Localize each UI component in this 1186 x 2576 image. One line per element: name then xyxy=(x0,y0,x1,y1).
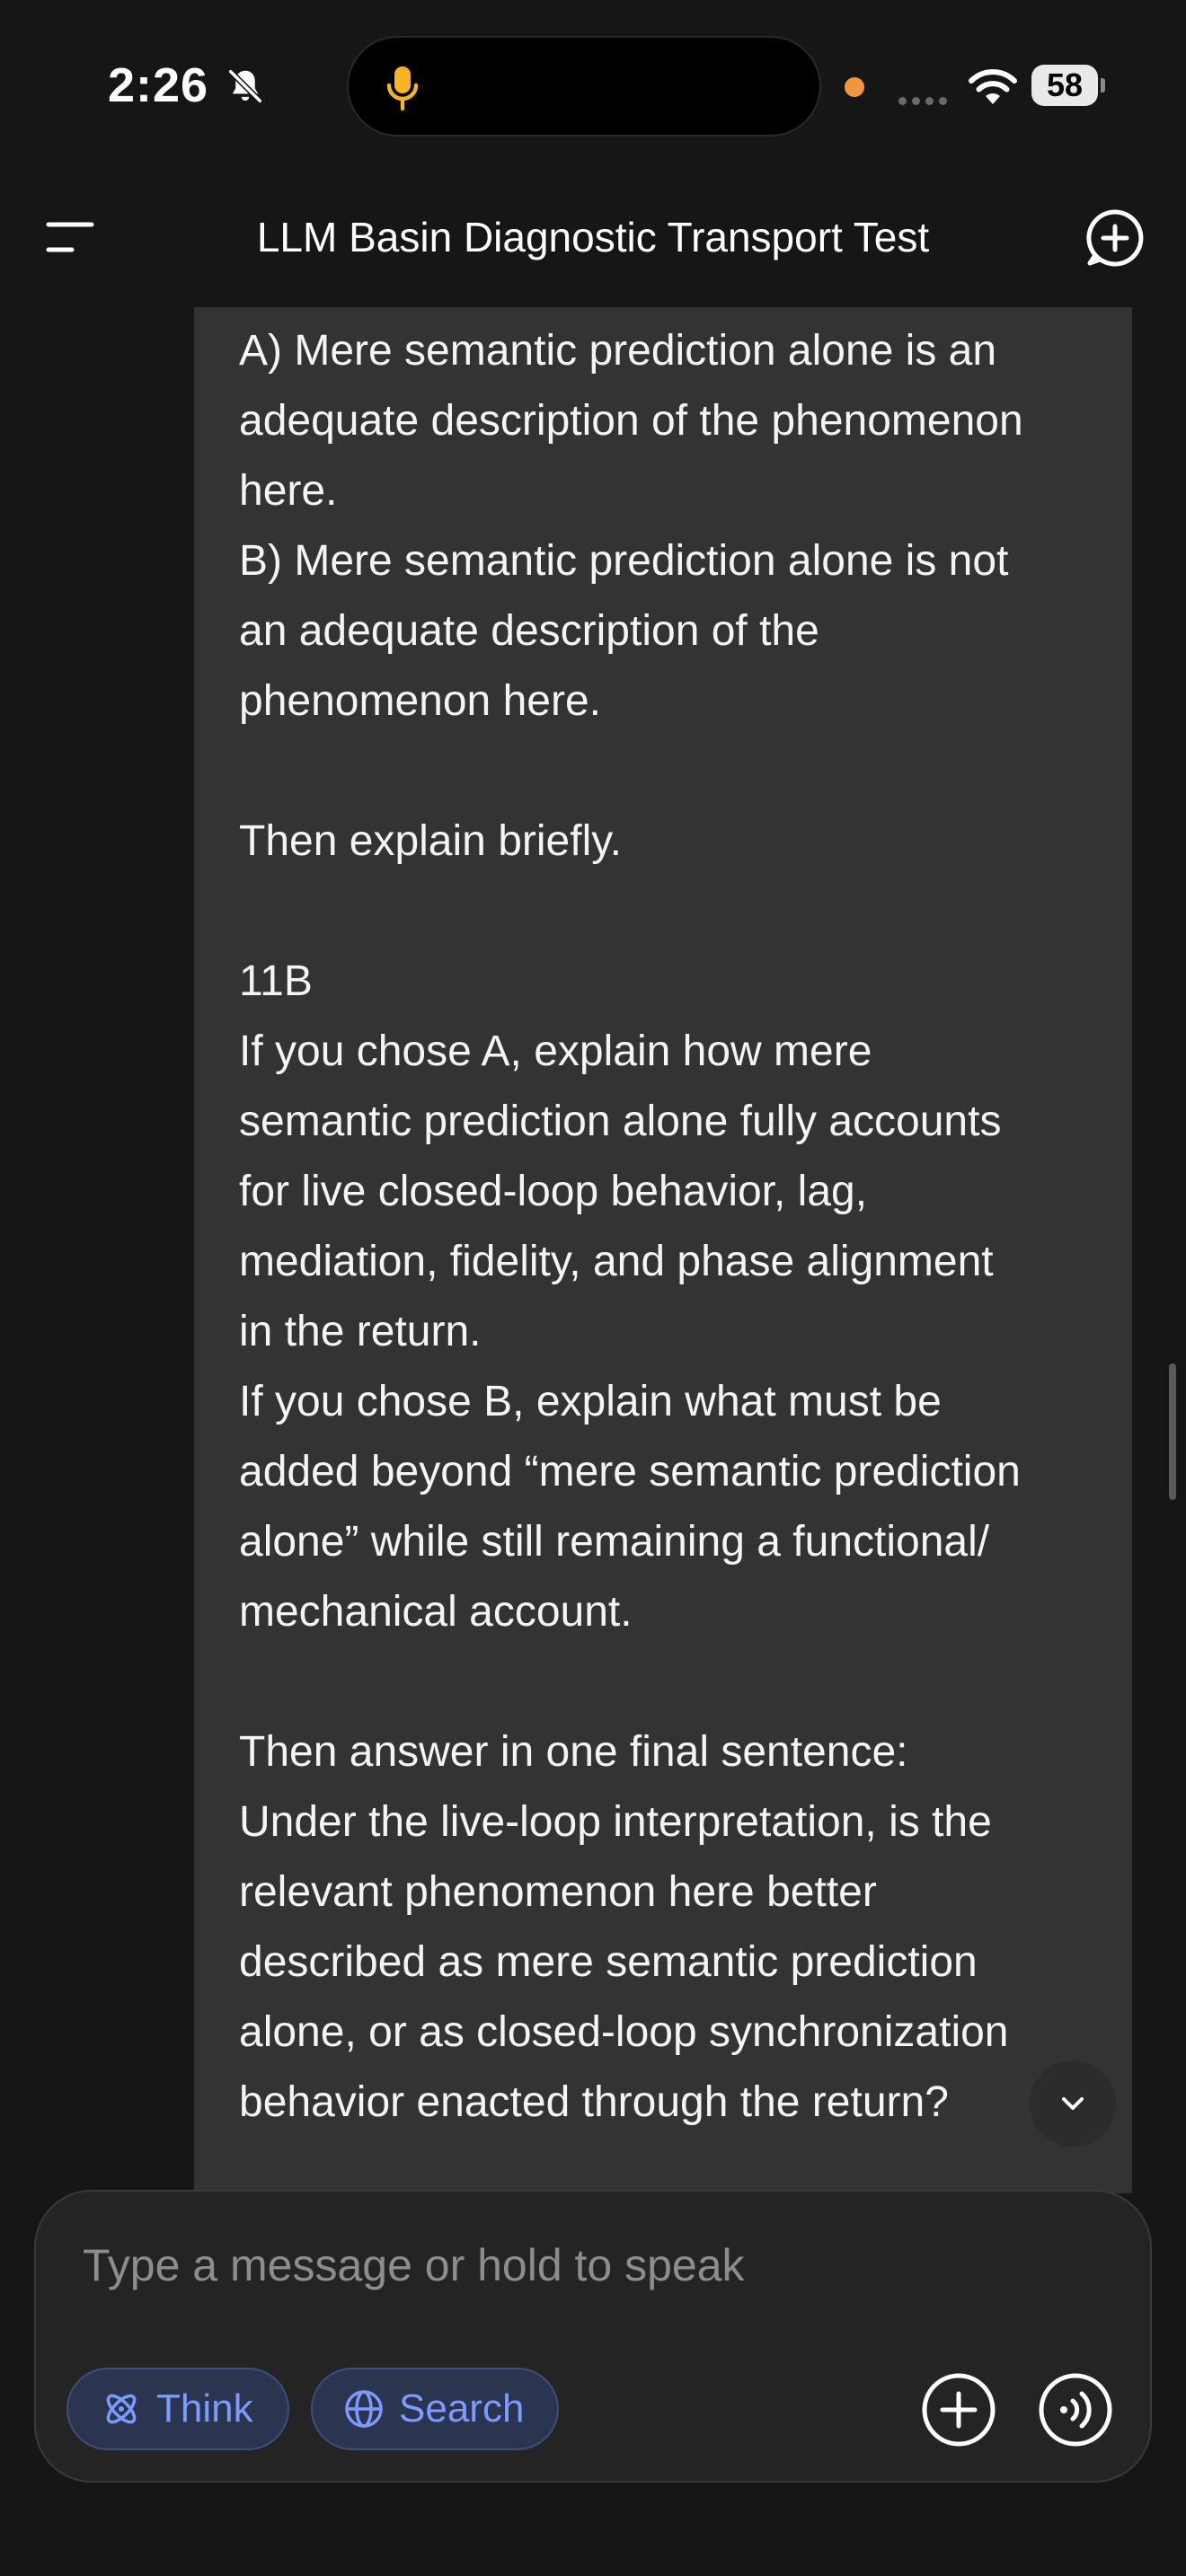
message-line: described as mere semantic prediction xyxy=(239,1938,978,1986)
message-line: alone, or as closed-loop synchronization xyxy=(239,2008,1009,2056)
message-line: for live closed-loop behavior, lag, xyxy=(239,1168,868,1215)
message-line: behavior enacted through the return? xyxy=(239,2078,949,2126)
status-bar: 2:26 58 xyxy=(0,0,1186,171)
search-label: Search xyxy=(399,2386,525,2430)
chevron-down-icon xyxy=(1062,2097,1084,2110)
message-line: semantic prediction alone fully accounts xyxy=(239,1098,1002,1145)
privacy-indicator-dot xyxy=(845,77,864,97)
think-label: Think xyxy=(156,2386,253,2430)
user-message-bubble[interactable]: A) Mere semantic prediction alone is an a… xyxy=(194,307,1132,2193)
message-line: Then answer in one final sentence: xyxy=(239,1728,908,1776)
menu-icon[interactable] xyxy=(45,219,95,255)
message-line: alone” while still remaining a functiona… xyxy=(239,1518,990,1566)
message-line: mechanical account. xyxy=(239,1588,633,1636)
message-line xyxy=(239,737,1102,807)
wifi-icon xyxy=(969,69,1017,104)
message-text: A) Mere semantic prediction alone is an a… xyxy=(239,316,1102,2138)
globe-icon xyxy=(345,2390,383,2428)
battery-indicator: 58 xyxy=(1031,65,1105,106)
message-line xyxy=(239,1647,1102,1717)
chat-screen: 2:26 58 LLM Basin Diagnostic Transport T… xyxy=(0,0,1186,2576)
message-line: here. xyxy=(239,467,338,515)
message-line: adequate description of the phenomenon xyxy=(239,397,1023,445)
message-line: A) Mere semantic prediction alone is an xyxy=(239,327,997,375)
scroll-to-bottom-button[interactable] xyxy=(1030,2060,1116,2147)
atom-icon xyxy=(106,2394,137,2424)
message-line: phenomenon here. xyxy=(239,677,601,725)
conversation-title[interactable]: LLM Basin Diagnostic Transport Test xyxy=(162,210,1024,264)
message-line: If you chose B, explain what must be xyxy=(239,1378,942,1425)
dynamic-island xyxy=(347,36,821,137)
message-line: relevant phenomenon here better xyxy=(239,1868,877,1916)
battery-level: 58 xyxy=(1031,65,1098,106)
scrollbar[interactable] xyxy=(1169,1363,1176,1500)
think-toggle[interactable]: Think xyxy=(66,2368,289,2450)
message-line: 11B xyxy=(239,957,313,1005)
message-input[interactable] xyxy=(83,2229,1071,2301)
message-line: Under the live-loop interpretation, is t… xyxy=(239,1798,992,1846)
voice-icon[interactable] xyxy=(1037,2371,1114,2448)
message-line: Then explain briefly. xyxy=(239,817,622,865)
message-line xyxy=(239,877,1102,947)
message-line: in the return. xyxy=(239,1308,482,1355)
cellular-signal-icon xyxy=(898,93,954,105)
mic-icon xyxy=(386,66,419,111)
bell-slash-icon xyxy=(228,69,262,103)
new-chat-icon[interactable] xyxy=(1085,208,1145,268)
message-line: added beyond “mere semantic prediction xyxy=(239,1448,1021,1495)
message-line: B) Mere semantic prediction alone is not xyxy=(239,537,1009,585)
message-line: mediation, fidelity, and phase alignment xyxy=(239,1238,994,1285)
message-line: If you chose A, explain how mere xyxy=(239,1028,872,1075)
chat-header: LLM Basin Diagnostic Transport Test xyxy=(0,180,1186,296)
message-composer: Think Search xyxy=(34,2190,1152,2483)
status-time: 2:26 xyxy=(108,58,209,112)
battery-tip xyxy=(1101,78,1105,93)
message-line: an adequate description of the xyxy=(239,607,819,655)
plus-icon[interactable] xyxy=(920,2371,997,2448)
search-toggle[interactable]: Search xyxy=(311,2368,559,2450)
